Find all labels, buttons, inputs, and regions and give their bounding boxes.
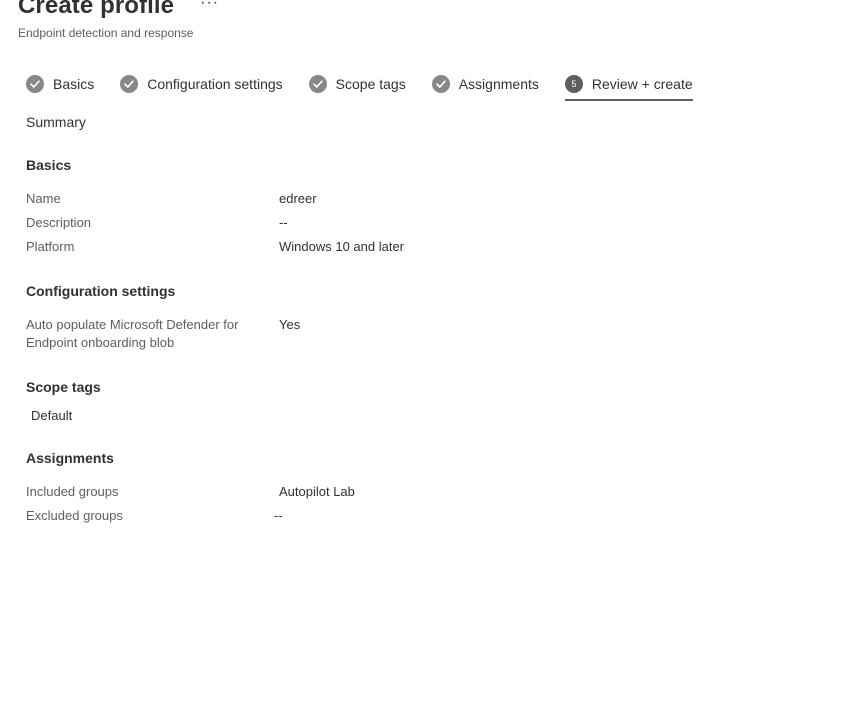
field-label: Name — [26, 191, 61, 206]
summary-row-included-groups: Included groups Autopilot Lab — [26, 483, 806, 501]
scope-tags-section: Scope tags Default — [26, 379, 806, 425]
summary-row-name: Name edreer — [26, 190, 806, 208]
summary-row-platform: Platform Windows 10 and later — [26, 238, 806, 256]
field-value: Autopilot Lab — [279, 484, 355, 499]
step-label: Scope tags — [335, 76, 406, 92]
section-title-configuration-settings: Configuration settings — [26, 283, 176, 299]
field-label: Included groups — [26, 484, 119, 499]
field-value: Windows 10 and later — [279, 239, 405, 254]
page-header: Create profile ··· Endpoint detection an… — [18, 0, 219, 40]
section-title-assignments: Assignments — [26, 450, 114, 466]
field-label: Excluded groups — [26, 508, 123, 523]
step-label: Configuration settings — [147, 76, 283, 92]
step-label: Review + create — [591, 76, 693, 92]
title-row: Create profile ··· — [18, 0, 219, 22]
step-assignments[interactable]: Assignments — [431, 72, 539, 96]
step-label: Assignments — [458, 76, 539, 92]
summary-heading: Summary — [26, 114, 86, 130]
summary-row-excluded-groups: Excluded groups -- — [26, 507, 806, 525]
field-label: Description — [26, 215, 92, 230]
step-number-badge: 5 — [564, 75, 583, 93]
field-label-line: Endpoint onboarding blob — [26, 335, 175, 350]
section-title-basics: Basics — [26, 157, 72, 173]
step-scope-tags[interactable]: Scope tags — [308, 72, 406, 96]
field-label: Auto populate Microsoft Defender for End… — [26, 316, 279, 352]
step-review-create[interactable]: 5 Review + create — [564, 72, 693, 101]
checkmark-icon — [26, 75, 44, 93]
field-value: Yes — [279, 317, 301, 332]
checkmark-icon — [431, 75, 450, 93]
page-subtitle: Endpoint detection and response — [18, 26, 194, 40]
step-basics[interactable]: Basics — [26, 72, 94, 96]
checkmark-icon — [120, 75, 139, 93]
section-title-scope-tags: Scope tags — [26, 379, 101, 395]
scope-tag-item: Default — [26, 407, 806, 425]
field-value: -- — [274, 508, 283, 523]
summary-row-description: Description -- — [26, 214, 806, 232]
assignments-section: Assignments Included groups Autopilot La… — [26, 450, 806, 525]
more-options-icon[interactable]: ··· — [200, 0, 219, 11]
configuration-section: Configuration settings Auto populate Mic… — [26, 283, 806, 352]
field-value: -- — [279, 215, 288, 230]
field-label-line: Auto populate Microsoft Defender for — [26, 317, 239, 332]
summary-row-auto-populate: Auto populate Microsoft Defender for End… — [26, 316, 806, 352]
field-label: Platform — [26, 239, 75, 254]
step-configuration-settings[interactable]: Configuration settings — [120, 72, 283, 96]
step-label: Basics — [53, 76, 95, 92]
basics-section: Basics Name edreer Description -- Platfo… — [26, 157, 806, 256]
field-value: edreer — [279, 191, 317, 206]
wizard-steps: Basics Configuration settings Scope tags… — [26, 72, 693, 102]
checkmark-icon — [308, 75, 327, 93]
page-title: Create profile — [18, 0, 175, 19]
scope-tag-value: Default — [31, 408, 73, 423]
review-summary: Summary Basics Name edreer Description -… — [26, 114, 806, 525]
